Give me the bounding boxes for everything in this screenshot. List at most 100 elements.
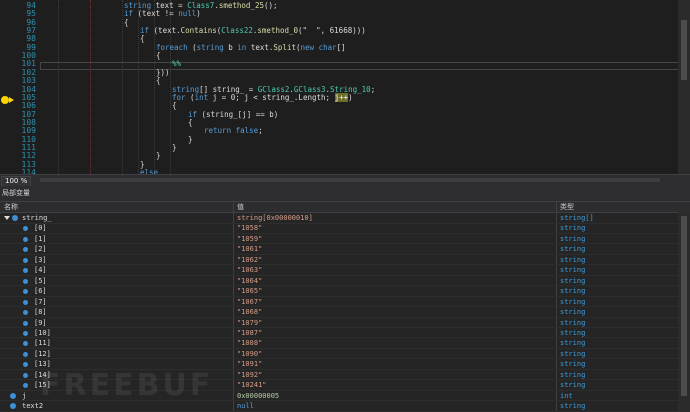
locals-row[interactable]: [0] "1058" string (0, 223, 690, 234)
code-line[interactable]: { (124, 18, 129, 27)
editor-gutter[interactable]: 94 95 96 97 98 99 100 101 102 103 104 105 106 107 108 1… (0, 0, 40, 174)
column-header-name[interactable]: 名称 (4, 202, 18, 212)
indent-guide (122, 0, 123, 174)
locals-row[interactable]: [10] "1087" string (0, 328, 690, 339)
variable-type: string (560, 276, 586, 285)
code-token: (string_[j] == b) (197, 109, 279, 119)
code-line[interactable]: if (text != null) (124, 10, 201, 18)
variable-icon (23, 330, 28, 336)
variable-name: [6] (34, 287, 47, 296)
locals-row[interactable]: [12] "1090" string (0, 349, 690, 360)
variable-name: [2] (34, 245, 47, 254)
code-token: { (188, 117, 193, 127)
code-line[interactable]: { (172, 101, 177, 110)
code-token: ) (348, 92, 353, 102)
locals-row[interactable]: [3] "1062" string (0, 255, 690, 266)
editor-vertical-scrollbar[interactable] (678, 0, 690, 174)
variable-name: [1] (34, 234, 47, 243)
variable-icon (23, 257, 28, 263)
variable-icon (10, 392, 16, 399)
locals-row[interactable]: [5] "1064" string (0, 276, 690, 287)
variable-value[interactable]: "1092" (237, 370, 262, 381)
variable-type: string (560, 381, 586, 390)
scroll-thumb[interactable] (681, 216, 687, 396)
locals-row[interactable]: [6] "1065" string (0, 286, 690, 297)
locals-row[interactable]: [2] "1061" string (0, 244, 690, 255)
code-line[interactable]: } (188, 135, 193, 144)
code-token: { (156, 76, 161, 86)
collapse-toggle-icon[interactable] (4, 216, 10, 220)
code-editor[interactable]: 94 95 96 97 98 99 100 101 102 103 104 105 106 107 108 1… (0, 0, 690, 174)
variable-icon (23, 299, 28, 305)
variable-value[interactable]: 0x00000005 (237, 391, 279, 402)
code-line[interactable]: foreach (string b in text.Split(new char… (156, 42, 346, 52)
locals-row[interactable]: [11] "1088" string (0, 338, 690, 349)
locals-row[interactable]: [9] "1079" string (0, 318, 690, 329)
variable-value[interactable]: string[0x00000010] (237, 213, 313, 224)
code-token: (text != (133, 9, 179, 19)
code-token: new (300, 42, 315, 52)
column-header-type[interactable]: 类型 (560, 202, 574, 212)
code-token: string (196, 42, 224, 52)
locals-row[interactable]: string_ string[0x00000010] string[] (0, 213, 690, 224)
variable-icon (23, 226, 28, 232)
code-token: in (237, 42, 247, 52)
variable-name: [8] (34, 308, 47, 317)
variable-name: string_ (22, 214, 52, 222)
variable-value[interactable]: null (237, 401, 254, 412)
editor-horizontal-scrollbar[interactable] (40, 178, 660, 182)
variable-value[interactable]: "1058" (237, 223, 262, 234)
variable-type: string (560, 245, 586, 254)
variable-type: string (560, 234, 586, 243)
code-line[interactable]: return false; (204, 127, 263, 135)
variable-type: string (560, 224, 586, 233)
variable-value[interactable]: "1090" (237, 349, 262, 360)
variable-icon (23, 383, 28, 389)
code-line[interactable]: if (text.Contains(Class22.smethod_0(" ",… (140, 26, 366, 36)
variable-icon (23, 247, 28, 253)
variable-name: [10] (34, 328, 51, 337)
locals-row[interactable]: [8] "1068" string (0, 307, 690, 318)
code-line[interactable]: { (140, 35, 145, 43)
locals-row[interactable]: [7] "1067" string (0, 297, 690, 308)
locals-window-title[interactable]: 局部变量 (0, 186, 690, 202)
code-line[interactable]: for (int j = 0; j < string_.Length; j++) (172, 92, 353, 102)
code-line[interactable]: %% (172, 60, 181, 68)
scroll-thumb[interactable] (681, 20, 687, 80)
variable-value[interactable]: "10241" (237, 380, 267, 391)
variable-name: [11] (34, 339, 51, 348)
variable-value[interactable]: "1079" (237, 318, 262, 329)
variable-icon (23, 320, 28, 326)
code-line[interactable]: } (156, 152, 161, 160)
variable-value[interactable]: "1064" (237, 276, 262, 287)
variable-type: string (560, 318, 586, 327)
variable-value[interactable]: "1087" (237, 328, 262, 339)
code-token: ; (370, 84, 376, 94)
code-token: false (235, 126, 259, 136)
variable-value[interactable]: "1067" (237, 297, 262, 308)
current-line-highlight (40, 62, 688, 70)
code-line[interactable]: { (188, 117, 193, 127)
column-header-value[interactable]: 值 (237, 202, 244, 212)
code-token: { (140, 34, 145, 44)
locals-row[interactable]: [1] "1059" string (0, 234, 690, 245)
code-line[interactable]: { (156, 76, 161, 86)
variable-value[interactable]: "1091" (237, 359, 262, 370)
code-line[interactable]: if (string_[j] == b) (188, 109, 279, 119)
code-line[interactable]: { (156, 51, 161, 60)
variable-icon (23, 268, 28, 274)
variable-icon (23, 341, 28, 347)
locals-row[interactable]: [4] "1063" string (0, 265, 690, 276)
code-token: smethod_0 (257, 26, 299, 36)
variable-value[interactable]: "1063" (237, 265, 262, 276)
code-line[interactable]: } (172, 142, 177, 152)
variable-name: [3] (34, 255, 47, 264)
variable-value[interactable]: "1062" (237, 255, 262, 266)
locals-vertical-scrollbar[interactable] (678, 212, 690, 411)
variable-value[interactable]: "1061" (237, 244, 262, 255)
variable-value[interactable]: "1059" (237, 234, 262, 245)
variable-value[interactable]: "1088" (237, 338, 262, 349)
variable-value[interactable]: "1065" (237, 286, 262, 297)
code-token: } (172, 142, 177, 152)
variable-value[interactable]: "1068" (237, 307, 262, 318)
